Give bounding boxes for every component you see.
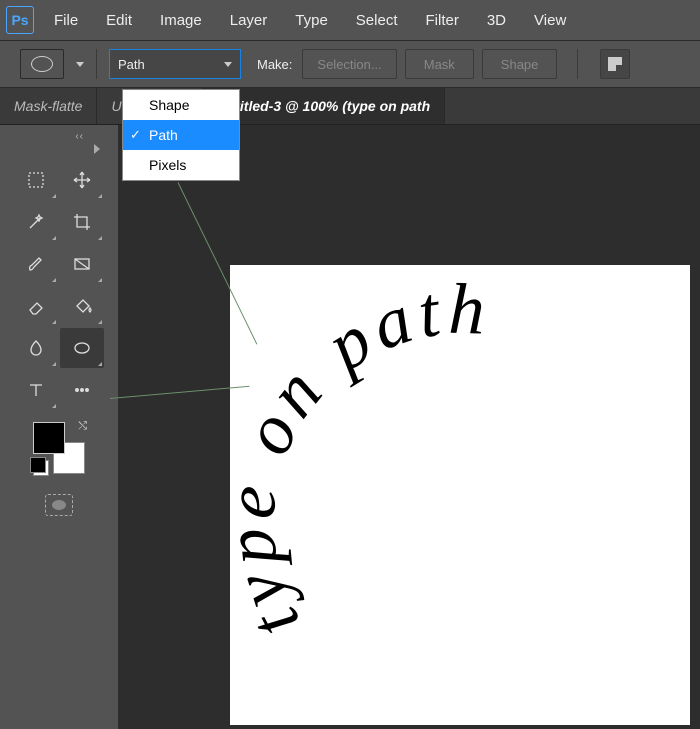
brush-icon (26, 254, 46, 274)
eraser-tool[interactable] (14, 286, 58, 326)
document-tab[interactable]: Mask-flatte (0, 88, 97, 124)
menu-filter[interactable]: Filter (412, 0, 473, 40)
tool-grid (14, 160, 104, 410)
dots-icon (72, 380, 92, 400)
make-label: Make: (257, 57, 292, 72)
document-tab-label: Untitled-3 @ 100% (type on path (217, 98, 431, 114)
magic-wand-tool[interactable] (14, 202, 58, 242)
menu-bar: Ps File Edit Image Layer Type Select Fil… (0, 0, 700, 41)
make-shape-button[interactable]: Shape (482, 49, 558, 79)
document-canvas[interactable]: type on path (230, 265, 690, 725)
tool-mode-dropdown[interactable]: Shape Path Pixels (122, 89, 240, 181)
document-tabs: Mask-flatte Untitled-2 × Untitled-3 @ 10… (0, 88, 700, 125)
marquee-icon (26, 170, 46, 190)
paint-bucket-tool[interactable] (60, 286, 104, 326)
dropdown-option-pixels[interactable]: Pixels (123, 150, 239, 180)
ellipse-icon (72, 338, 92, 358)
menu-view[interactable]: View (520, 0, 580, 40)
move-icon (72, 170, 92, 190)
menu-3d[interactable]: 3D (473, 0, 520, 40)
eraser-icon (26, 296, 46, 316)
foreground-color-swatch[interactable] (33, 422, 65, 454)
tools-panel: ‹‹ (0, 125, 118, 729)
marquee-tool[interactable] (14, 160, 58, 200)
menu-items: File Edit Image Layer Type Select Filter… (40, 0, 580, 40)
shape-tool-picker[interactable] (20, 49, 64, 79)
menu-layer[interactable]: Layer (216, 0, 282, 40)
path-combine-icon (608, 57, 622, 71)
default-colors-icon[interactable] (33, 460, 49, 476)
menu-select[interactable]: Select (342, 0, 412, 40)
swap-colors-icon[interactable]: ⤭ (78, 420, 87, 433)
ps-icon: Ps (6, 6, 34, 34)
smudge-tool[interactable] (14, 328, 58, 368)
chevron-down-icon (224, 62, 232, 67)
make-mask-button[interactable]: Mask (405, 49, 474, 79)
color-swatches[interactable]: ⤭ (31, 420, 87, 476)
canvas-area[interactable]: type on path (118, 125, 700, 729)
type-tool[interactable] (14, 370, 58, 410)
menu-file[interactable]: File (40, 0, 92, 40)
ellipse-icon (31, 56, 53, 72)
quick-mask-icon (52, 500, 66, 510)
bucket-icon (72, 296, 92, 316)
canvas-content: type on path (230, 265, 690, 725)
tool-mode-select[interactable]: Path (109, 49, 241, 79)
menu-image[interactable]: Image (146, 0, 216, 40)
make-selection-button[interactable]: Selection... (302, 49, 396, 79)
tool-mode-value: Path (118, 57, 145, 72)
panel-collapse-chevrons[interactable]: ‹‹ (75, 131, 118, 142)
app-logo: Ps (0, 0, 40, 40)
ellipse-shape-tool[interactable] (60, 328, 104, 368)
move-tool[interactable] (60, 160, 104, 200)
svg-text:type on path: type on path (230, 269, 492, 651)
crop-icon (72, 212, 92, 232)
quick-mask-toggle[interactable] (45, 494, 73, 516)
gradient-tool[interactable] (60, 244, 104, 284)
panel-flyout-icon[interactable] (94, 144, 100, 154)
brush-tool[interactable] (14, 244, 58, 284)
menu-type[interactable]: Type (281, 0, 342, 40)
more-tools[interactable] (60, 370, 104, 410)
separator (96, 49, 97, 79)
work-area: ‹‹ (0, 125, 700, 729)
dropdown-option-shape[interactable]: Shape (123, 90, 239, 120)
dropdown-option-path[interactable]: Path (123, 120, 239, 150)
document-tab-label: Mask-flatte (14, 98, 82, 114)
separator (577, 49, 578, 79)
type-icon (26, 380, 46, 400)
smudge-icon (26, 338, 46, 358)
wand-icon (26, 212, 46, 232)
options-bar: Path Make: Selection... Mask Shape (0, 41, 700, 88)
crop-tool[interactable] (60, 202, 104, 242)
gradient-icon (72, 254, 92, 274)
menu-edit[interactable]: Edit (92, 0, 146, 40)
path-operations-button[interactable] (600, 49, 630, 79)
text-on-path: type on path (230, 269, 492, 651)
chevron-down-icon[interactable] (76, 62, 84, 67)
